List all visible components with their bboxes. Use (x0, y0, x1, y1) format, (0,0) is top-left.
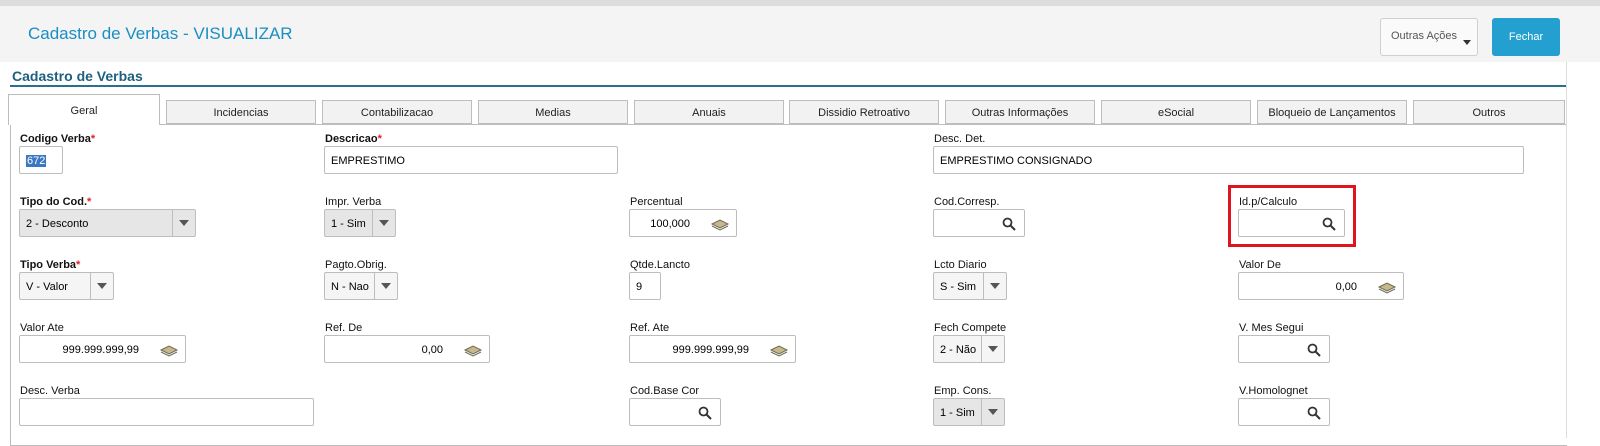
impr-verba-select[interactable]: 1 - Sim (324, 209, 396, 237)
fechar-button[interactable]: Fechar (1492, 18, 1560, 56)
tab-incidencias[interactable]: Incidencias (166, 100, 316, 124)
v-mes-segui-label: V. Mes Segui (1239, 322, 1304, 334)
percentual-value: 100,000 (650, 218, 690, 230)
money-icon[interactable] (769, 343, 789, 357)
highlight-box (1228, 185, 1356, 247)
tab-contabilizacao[interactable]: Contabilizacao (322, 100, 472, 124)
emp-cons-label: Emp. Cons. (934, 385, 992, 397)
valor-de-value: 0,00 (1335, 281, 1357, 293)
right-edge (1566, 62, 1567, 438)
cod-base-cor-label: Cod.Base Cor (630, 385, 700, 397)
v-mes-segui-input[interactable] (1238, 335, 1330, 363)
search-icon[interactable] (1002, 217, 1016, 231)
valor-ate-label: Valor Ate (20, 322, 64, 334)
descricao-label: Descricao* (325, 133, 382, 145)
valor-ate-input[interactable]: 999.999.999,99 (19, 335, 186, 363)
descricao-input[interactable]: EMPRESTIMO (324, 146, 618, 174)
section-divider (10, 85, 1566, 87)
search-icon[interactable] (698, 406, 712, 420)
codigo-verba-input[interactable]: 672 (19, 146, 63, 174)
search-icon[interactable] (1307, 343, 1321, 357)
v-homolognet-input[interactable] (1238, 398, 1330, 426)
tab-outras-informacoes[interactable]: Outras Informações (945, 100, 1095, 124)
section-title: Cadastro de Verbas (12, 68, 143, 84)
percentual-input[interactable]: 100,000 (629, 209, 737, 237)
tab-esocial[interactable]: eSocial (1101, 100, 1251, 124)
tab-anuais[interactable]: Anuais (634, 100, 784, 124)
lcto-diario-label: Lcto Diario (934, 259, 987, 271)
chevron-down-icon (172, 210, 195, 236)
fech-compete-value: 2 - Não (940, 344, 977, 356)
valor-ate-value: 999.999.999,99 (62, 344, 139, 356)
descricao-value: EMPRESTIMO (331, 155, 405, 167)
outras-acoes-label: Outras Ações (1391, 30, 1458, 42)
desc-verba-input[interactable] (19, 398, 314, 426)
money-icon[interactable] (1377, 280, 1397, 294)
desc-verba-label: Desc. Verba (20, 385, 80, 397)
tipo-verba-value: V - Valor (26, 281, 68, 293)
money-icon[interactable] (463, 343, 483, 357)
tipo-cod-label: Tipo do Cod.* (20, 196, 92, 208)
fech-compete-label: Fech Compete (934, 322, 1007, 334)
ref-de-label: Ref. De (325, 322, 363, 334)
chevron-down-icon (374, 273, 397, 299)
chevron-down-icon (372, 210, 395, 236)
desc-det-label: Desc. Det. (934, 133, 986, 145)
tipo-verba-label: Tipo Verba* (20, 259, 81, 271)
chevron-down-icon (1463, 40, 1471, 45)
page-title: Cadastro de Verbas - VISUALIZAR (28, 24, 293, 43)
impr-verba-value: 1 - Sim (331, 218, 366, 230)
tipo-cod-select[interactable]: 2 - Desconto (19, 209, 196, 237)
tab-medias[interactable]: Medias (478, 100, 628, 124)
outras-acoes-button[interactable]: Outras Ações (1380, 18, 1478, 56)
lcto-diario-select[interactable]: S - Sim (933, 272, 1007, 300)
fech-compete-select[interactable]: 2 - Não (933, 335, 1005, 363)
v-homolognet-label: V.Homolognet (1239, 385, 1308, 397)
chevron-down-icon (90, 273, 113, 299)
impr-verba-label: Impr. Verba (325, 196, 382, 208)
page-header: Cadastro de Verbas - VISUALIZAR Outras A… (0, 6, 1600, 62)
tipo-verba-select[interactable]: V - Valor (19, 272, 114, 300)
pagto-obrig-label: Pagto.Obrig. (325, 259, 387, 271)
ref-ate-value: 999.999.999,99 (672, 344, 749, 356)
desc-det-input[interactable]: EMPRESTIMO CONSIGNADO (933, 146, 1524, 174)
ref-ate-label: Ref. Ate (630, 322, 670, 334)
money-icon[interactable] (710, 217, 730, 231)
money-icon[interactable] (159, 343, 179, 357)
search-icon[interactable] (1307, 406, 1321, 420)
pagto-obrig-value: N - Nao (331, 281, 369, 293)
tab-bloqueio-lancamentos[interactable]: Bloqueio de Lançamentos (1257, 100, 1407, 124)
chevron-down-icon (981, 336, 1004, 362)
percentual-label: Percentual (630, 196, 683, 208)
codigo-verba-label: Codigo Verba* (20, 133, 96, 145)
ref-de-value: 0,00 (421, 344, 443, 356)
qtde-lancto-value: 9 (636, 281, 643, 293)
qtde-lancto-input[interactable]: 9 (629, 272, 661, 300)
tipo-cod-value: 2 - Desconto (26, 218, 89, 230)
cod-corresp-input[interactable] (933, 209, 1025, 237)
tab-outros[interactable]: Outros (1413, 100, 1565, 124)
valor-de-input[interactable]: 0,00 (1238, 272, 1404, 300)
cod-base-cor-input[interactable] (629, 398, 721, 426)
lcto-diario-value: S - Sim (940, 281, 977, 293)
chevron-down-icon (981, 399, 1004, 425)
emp-cons-value: 1 - Sim (940, 407, 975, 419)
emp-cons-select[interactable]: 1 - Sim (933, 398, 1005, 426)
ref-ate-input[interactable]: 999.999.999,99 (629, 335, 796, 363)
valor-de-label: Valor De (1239, 259, 1281, 271)
tab-dissidio-retroativo[interactable]: Dissidio Retroativo (789, 100, 939, 124)
codigo-verba-value: 672 (26, 155, 47, 167)
desc-det-value: EMPRESTIMO CONSIGNADO (940, 155, 1093, 167)
pagto-obrig-select[interactable]: N - Nao (324, 272, 398, 300)
qtde-lancto-label: Qtde.Lancto (630, 259, 690, 271)
chevron-down-icon (983, 273, 1006, 299)
ref-de-input[interactable]: 0,00 (324, 335, 490, 363)
tab-geral[interactable]: Geral (8, 94, 160, 125)
cod-corresp-label: Cod.Corresp. (934, 196, 1000, 208)
